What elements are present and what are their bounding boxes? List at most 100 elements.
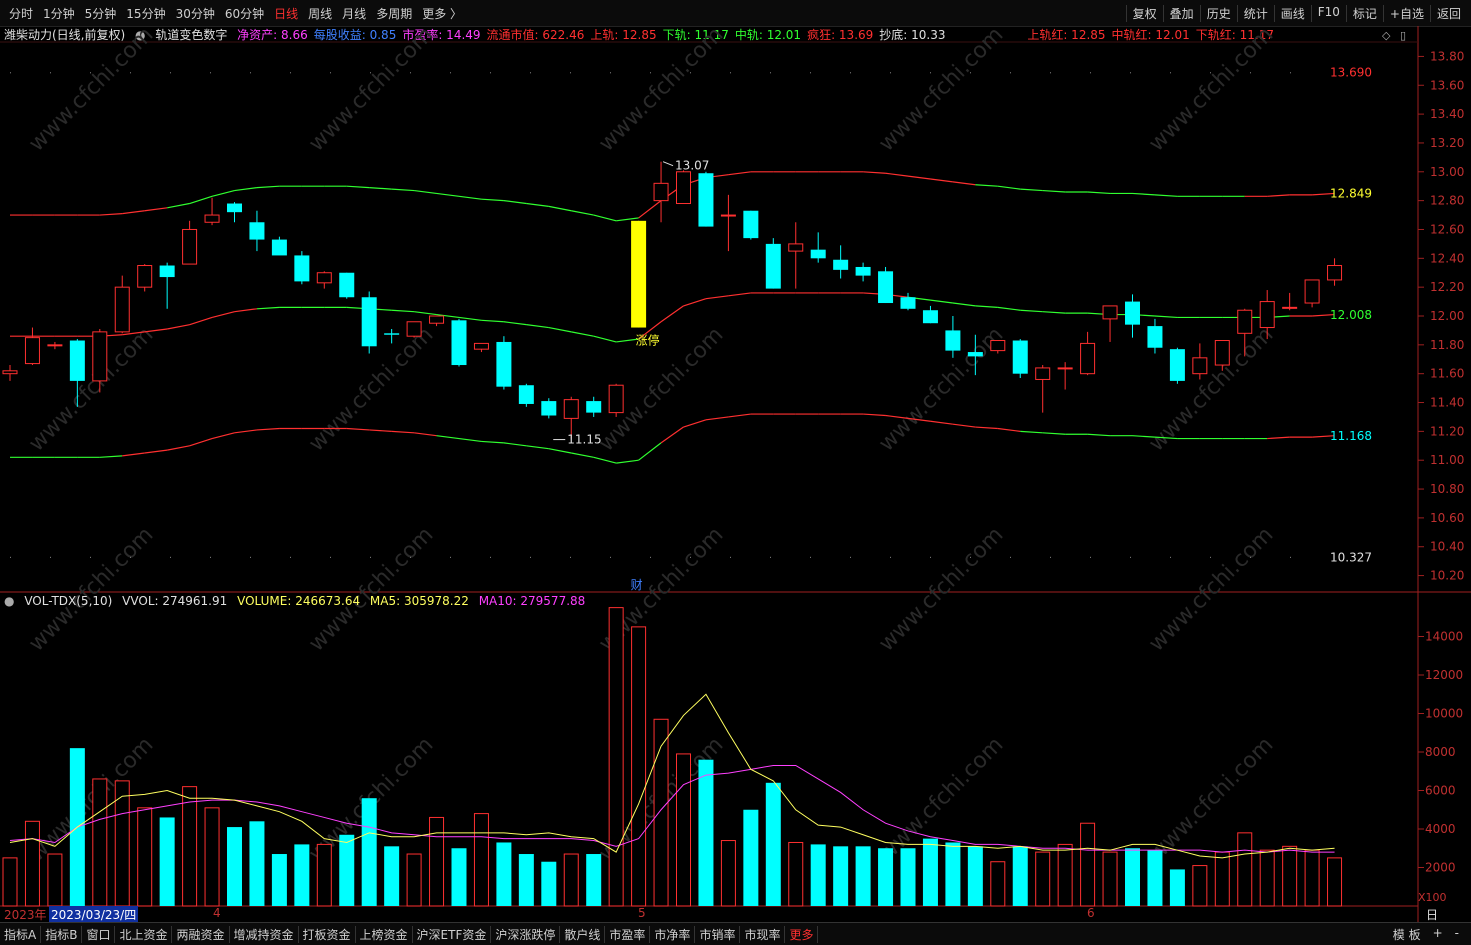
volume-bar-41 [922, 838, 938, 906]
template-control-1[interactable]: + [1427, 926, 1449, 943]
candle-body-28 [631, 220, 647, 328]
candle-body-13 [294, 255, 310, 282]
price-tick-11: 11.60 [1430, 367, 1464, 381]
bottom-tab-2[interactable]: 窗口 [82, 926, 116, 943]
crazy-dot [530, 72, 531, 74]
upper-band-seg-32 [728, 171, 751, 176]
bottom-tab-13[interactable]: 市销率 [695, 926, 741, 943]
lower-band-seg-24 [548, 448, 572, 454]
watermark-14: www.cfchi.com [1144, 522, 1278, 656]
volume-tick-3: 8000 [1425, 745, 1456, 759]
bottom-dot [890, 556, 891, 558]
bottom-tab-10[interactable]: 散户线 [560, 926, 606, 943]
bottom-tab-1[interactable]: 指标B [41, 926, 83, 943]
crazy-dot [690, 72, 691, 74]
bottom-dot [10, 556, 11, 558]
window-icon: ▯ [1400, 29, 1406, 42]
bottom-tab-12[interactable]: 市净率 [650, 926, 696, 943]
volume-bar-25 [563, 853, 579, 907]
volume-bar-26 [586, 854, 602, 906]
volume-bar-50 [1125, 848, 1140, 906]
volume-bar-15 [339, 834, 355, 906]
crazy-dot [730, 72, 731, 74]
date-axis: 2023年 2023/03/23/四 4 5 6 日线 [0, 906, 1438, 939]
upper-band-seg-38 [863, 171, 886, 174]
volume-bar-19 [429, 816, 445, 907]
bottom-dot [370, 556, 371, 558]
bottom-tab-3[interactable]: 北上资金 [115, 926, 173, 943]
candle-body-55 [1237, 309, 1253, 334]
candle-body-43 [967, 352, 983, 357]
crazy-dot [290, 72, 291, 74]
crazy-dot [1170, 72, 1171, 74]
volume-unit: X100 [1418, 891, 1447, 904]
bottom-tab-7[interactable]: 上榜资金 [356, 926, 413, 943]
template-control-0[interactable]: 模 板 [1387, 926, 1427, 943]
volume-bar-37 [833, 846, 849, 906]
price-tick-10: 11.80 [1430, 338, 1464, 352]
volume-bar-9 [204, 807, 220, 907]
upper-band-seg-39 [885, 172, 909, 177]
crazy-dot [1010, 72, 1011, 74]
crazy-dot [810, 72, 811, 74]
mid-value-label: 12.008 [1330, 308, 1372, 322]
crazy-dot [970, 72, 971, 74]
volume-bar-49 [1102, 851, 1118, 907]
bottom-tab-11[interactable]: 市盈率 [605, 926, 651, 943]
bottom-tab-8[interactable]: 沪深ETF资金 [413, 926, 492, 943]
lower-band-seg-22 [503, 442, 527, 447]
bottom-dot [1290, 556, 1291, 558]
volume-tick-1: 12000 [1425, 668, 1463, 682]
upper-band-seg-4 [99, 213, 123, 216]
crazy-dot [1130, 72, 1131, 74]
candle-body-27 [608, 384, 624, 414]
bottom-tab-5[interactable]: 增减持资金 [230, 926, 299, 943]
volume-bar-34 [765, 782, 781, 906]
lower-band-seg-45 [1020, 430, 1043, 434]
watermark-3: www.cfchi.com [874, 22, 1008, 156]
crazy-value-label: 13.690 [1330, 65, 1372, 79]
bottom-value-label: 10.327 [1330, 550, 1372, 564]
crazy-dot [1050, 72, 1051, 74]
crazy-dot [490, 72, 491, 74]
bottom-tab-0[interactable]: 指标A [0, 926, 42, 943]
lower-band-seg-18 [414, 432, 437, 437]
bottom-dot [1130, 556, 1131, 558]
watermark-5: www.cfchi.com [24, 322, 158, 456]
candle-body-39 [878, 271, 894, 304]
volume-bar-31 [698, 759, 714, 906]
volume-bar-48 [1080, 822, 1096, 907]
candle-body-37 [833, 259, 849, 270]
candle-body-0 [2, 370, 18, 375]
upper-band-seg-41 [930, 178, 953, 183]
template-controls: 模 板 + - [1387, 926, 1465, 943]
mid-band-seg-18 [414, 311, 437, 316]
volume-indicator-name[interactable]: VOL-TDX(5,10) [24, 594, 112, 608]
watermark-0: www.cfchi.com [24, 22, 158, 156]
candle-body-44 [990, 340, 1006, 352]
upper-band-seg-19 [436, 192, 460, 197]
lower-band-seg-9 [211, 432, 235, 440]
volume-bar-42 [945, 842, 961, 906]
bottom-dot [570, 556, 571, 558]
bottom-tab-9[interactable]: 沪深涨跌停 [491, 926, 561, 943]
crazy-dot [170, 72, 171, 74]
kline-chart[interactable]: www.cfchi.com www.cfchi.com www.cfchi.com w… [0, 0, 1471, 944]
bottom-tab-15[interactable]: 更多 [785, 926, 819, 943]
bottom-tab-4[interactable]: 两融资金 [172, 926, 230, 943]
candle-body-11 [249, 222, 265, 240]
candle-body-57 [1282, 306, 1298, 309]
watermark-1: www.cfchi.com [304, 22, 438, 156]
mid-band-seg-42 [952, 302, 976, 307]
upper-band-seg-48 [1087, 191, 1111, 195]
lower-band-seg-5 [122, 452, 145, 457]
bottom-tab-14[interactable]: 市现率 [740, 926, 786, 943]
indicator-tabs: 指标A 指标B 窗口 北上资金 两融资金 增减持资金 打板资金 上榜资金 沪深ETF资金 沪深涨跌… [0, 926, 819, 943]
bottom-dot [1090, 556, 1091, 558]
candle-body-23 [518, 385, 534, 404]
collapse-icon[interactable]: ● [4, 594, 14, 608]
template-control-2[interactable]: - [1449, 926, 1465, 943]
bottom-tab-6[interactable]: 打板资金 [299, 926, 356, 943]
price-tick-3: 13.20 [1430, 136, 1464, 150]
upper-band-seg-6 [144, 207, 168, 212]
